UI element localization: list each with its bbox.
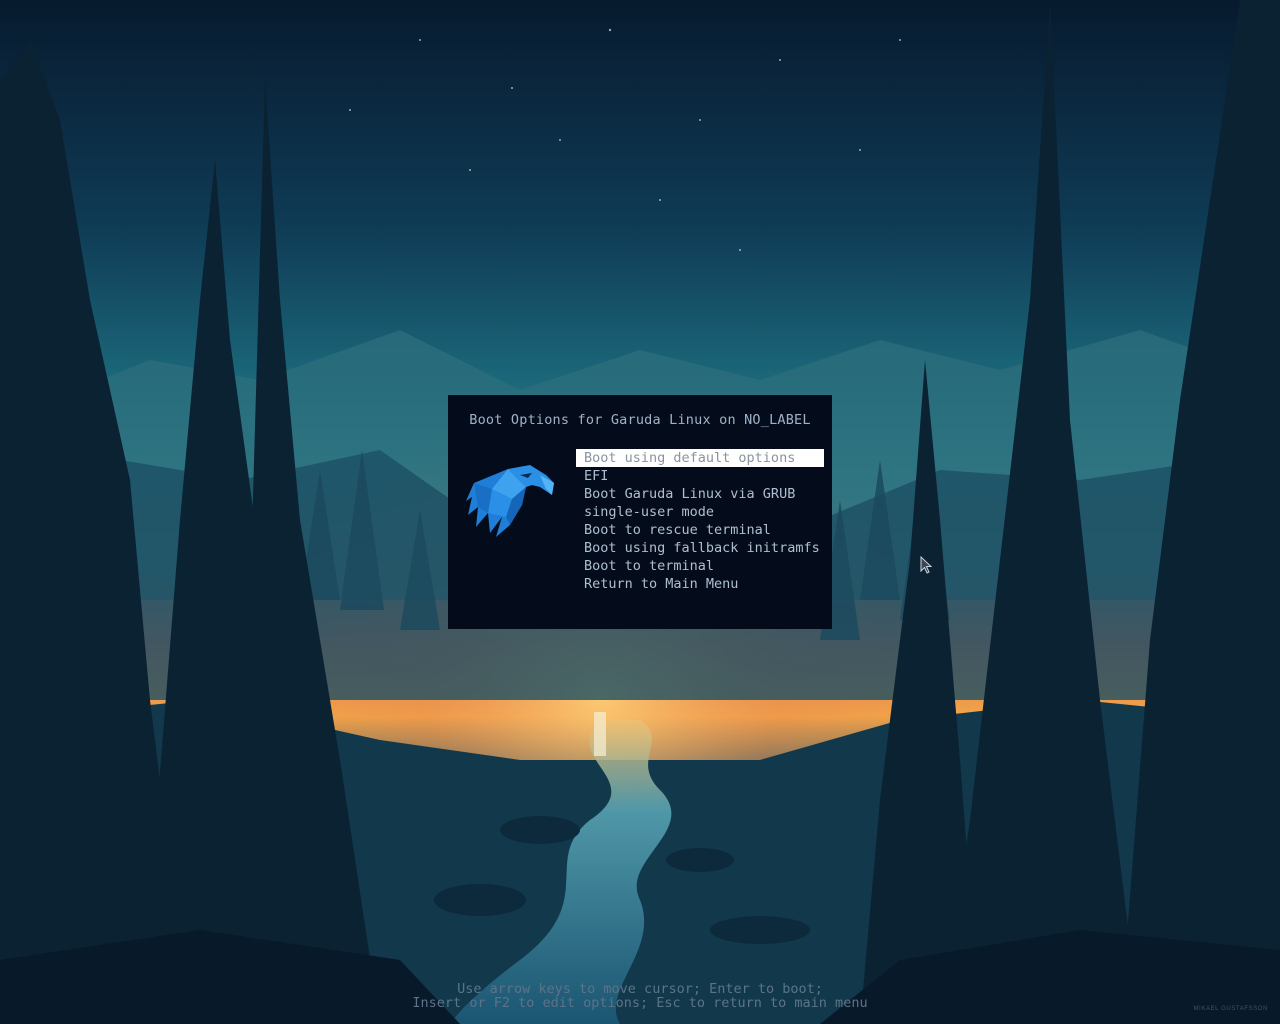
garuda-eagle-icon <box>466 465 554 537</box>
menu-item-fallback-initramfs[interactable]: Boot using fallback initramfs <box>576 539 824 557</box>
menu-item-return-main[interactable]: Return to Main Menu <box>576 575 824 593</box>
menu-item-single-user[interactable]: single-user mode <box>576 503 824 521</box>
menu-item-efi[interactable]: EFI <box>576 467 824 485</box>
menu-item-rescue-terminal[interactable]: Boot to rescue terminal <box>576 521 824 539</box>
menu-item-boot-terminal[interactable]: Boot to terminal <box>576 557 824 575</box>
dialog-title: Boot Options for Garuda Linux on NO_LABE… <box>469 412 811 428</box>
mouse-pointer-icon <box>920 556 933 574</box>
boot-options-dialog: Boot Options for Garuda Linux on NO_LABE… <box>448 395 832 629</box>
menu-item-boot-via-grub[interactable]: Boot Garuda Linux via GRUB <box>576 485 824 503</box>
boot-menu: Boot using default options EFI Boot Garu… <box>576 449 824 593</box>
menu-item-boot-default[interactable]: Boot using default options <box>576 449 824 467</box>
boot-screen: Boot Options for Garuda Linux on NO_LABE… <box>0 0 1280 1024</box>
help-text-line-2: Insert or F2 to edit options; Esc to ret… <box>412 995 868 1011</box>
wallpaper-credit: MIKAEL GUSTAFSSON <box>1193 1006 1268 1012</box>
